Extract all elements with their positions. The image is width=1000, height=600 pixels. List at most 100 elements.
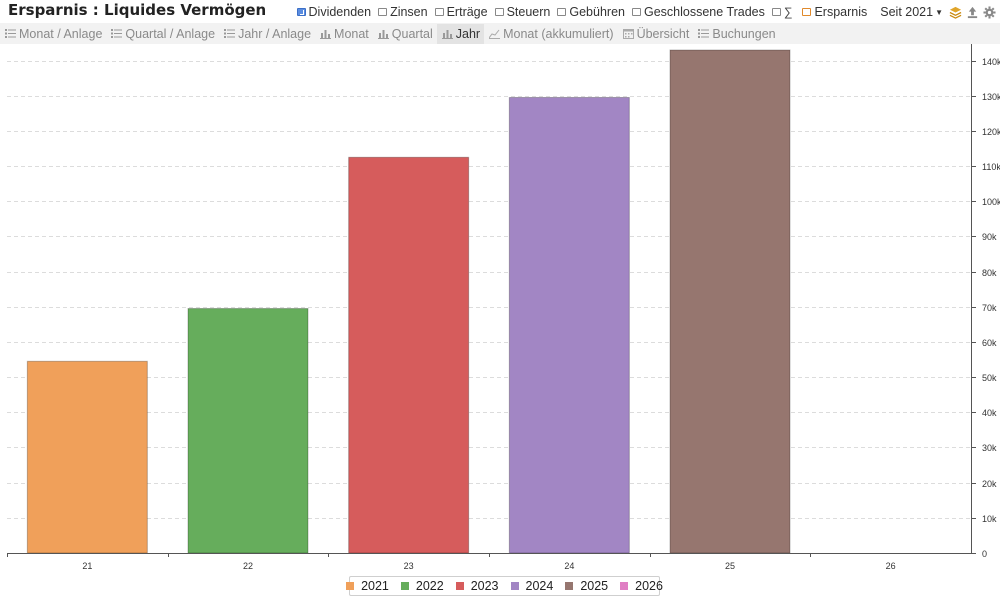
view-tabs: Monat / Anlage Quartal / Anlage Jahr / Anl… <box>0 23 1000 44</box>
y-tick-label: 50k <box>982 373 997 383</box>
legend-swatch <box>565 582 574 590</box>
y-tick-label: 60k <box>982 338 997 348</box>
legend-item-2026[interactable]: 2026 <box>620 579 663 593</box>
x-tick-label: 24 <box>564 561 574 571</box>
bar-24 <box>508 96 630 554</box>
checkbox-icon[interactable] <box>378 8 388 16</box>
toggle-gebuehren[interactable]: Gebühren <box>557 5 625 19</box>
toggle-zinsen[interactable]: Zinsen <box>378 5 428 19</box>
bar-chart: 21 22 23 24 25 26 0 10k 20k 30k 40k 50k 60k 70k 80k 90k… <box>7 44 1000 571</box>
tab-label: Übersicht <box>636 26 690 41</box>
checkbox-icon[interactable] <box>631 8 641 16</box>
toggle-group: Dividenden Zinsen Erträge Steuern Gebühr… <box>296 3 1000 21</box>
legend-item-2023[interactable]: 2023 <box>455 579 499 593</box>
legend-item-2025[interactable]: 2025 <box>565 579 608 593</box>
tab-label: Buchungen <box>712 26 776 41</box>
bar-chart-icon <box>441 28 456 39</box>
chevron-down-icon: ▼ <box>935 7 943 17</box>
toggle-ersparnis[interactable]: Ersparnis <box>802 5 867 19</box>
toggle-sum[interactable]: ∑ <box>771 5 796 19</box>
checkbox-icon[interactable] <box>434 8 444 16</box>
list-icon <box>698 28 712 39</box>
sum-icon: ∑ <box>783 5 793 19</box>
y-tick-label: 90k <box>982 232 997 242</box>
calendar-icon <box>622 28 637 39</box>
checkbox-icon[interactable] <box>802 8 812 16</box>
tab-übersicht[interactable]: Übersicht <box>618 24 694 44</box>
header-bar: Ersparnis : Liquides Vermögen Dividenden… <box>0 0 1000 22</box>
bar-22 <box>187 308 309 554</box>
chart-legend: 2021 2022 2023 2024 2025 2026 <box>346 576 663 596</box>
tab-quartal[interactable]: Quartal <box>373 24 437 44</box>
toggle-label: Zinsen <box>390 5 428 19</box>
legend-item-2022[interactable]: 2022 <box>400 579 444 593</box>
tab-monat-akkumuliert[interactable]: Monat (akkumuliert) <box>484 24 617 44</box>
legend-item-2024[interactable]: 2024 <box>510 579 554 593</box>
tab-quartal-anlage[interactable]: Quartal / Anlage <box>106 24 219 44</box>
bar-23 <box>348 156 470 554</box>
checkbox-checked-icon[interactable] <box>296 8 306 16</box>
tab-label: Quartal / Anlage <box>125 26 216 41</box>
legend-item-2021[interactable]: 2021 <box>346 579 389 593</box>
list-icon <box>224 28 238 39</box>
x-tick-label: 26 <box>886 561 896 571</box>
x-tick-label: 25 <box>725 561 735 571</box>
x-tick-label: 21 <box>82 561 92 571</box>
toggle-steuern[interactable]: Steuern <box>494 5 551 19</box>
y-tick-label: 30k <box>982 443 997 453</box>
legend-swatch <box>510 582 519 590</box>
y-tick-label: 140k <box>982 57 1000 67</box>
y-tick-label: 110k <box>982 162 1000 172</box>
tab-monat-anlage[interactable]: Monat / Anlage <box>0 24 106 44</box>
legend-swatch <box>346 582 355 590</box>
legend-swatch <box>400 582 409 590</box>
toggle-ertraege[interactable]: Erträge <box>434 5 488 19</box>
tab-buchungen[interactable]: Buchungen <box>693 24 779 44</box>
period-select[interactable]: Seit 2021 ▼ <box>880 5 943 19</box>
tab-label: Monat <box>334 26 369 41</box>
legend-label: 2026 <box>635 579 663 593</box>
y-tick-label: 40k <box>982 408 997 418</box>
y-tick-label: 80k <box>982 268 997 278</box>
toggle-label: Ersparnis <box>814 5 868 19</box>
legend-label: 2024 <box>525 579 554 593</box>
tab-label: Quartal <box>391 26 433 41</box>
tab-label: Jahr <box>455 26 481 41</box>
x-tick-label: 23 <box>404 561 414 571</box>
tab-jahr[interactable]: Jahr <box>436 23 485 44</box>
legend-label: 2022 <box>415 579 444 593</box>
y-tick-label: 20k <box>982 479 997 489</box>
y-tick-label: 10k <box>982 514 997 524</box>
toggle-label: Steuern <box>506 5 551 19</box>
page-title: Ersparnis : Liquides Vermögen <box>8 1 267 19</box>
y-tick-label: 70k <box>982 303 997 313</box>
toggle-label: Gebühren <box>569 5 625 19</box>
layers-icon[interactable] <box>949 6 962 19</box>
checkbox-icon[interactable] <box>494 8 504 16</box>
bar-25 <box>669 49 791 554</box>
tab-jahr-anlage[interactable]: Jahr / Anlage <box>219 24 315 44</box>
legend-label: 2021 <box>361 579 389 593</box>
checkbox-icon[interactable] <box>771 8 781 16</box>
export-icon[interactable] <box>966 6 979 19</box>
bar-chart-icon <box>377 28 392 39</box>
tab-monat[interactable]: Monat <box>315 24 373 44</box>
bar-chart-icon <box>320 28 334 39</box>
tab-label: Monat (akkumuliert) <box>503 26 614 41</box>
toggle-geschlossene-trades[interactable]: Geschlossene Trades <box>631 5 765 19</box>
toggle-label: Geschlossene Trades <box>643 5 765 19</box>
toggle-dividenden[interactable]: Dividenden <box>296 5 372 19</box>
legend-label: 2025 <box>580 579 609 593</box>
y-tick-label: 120k <box>982 127 1000 137</box>
y-tick-label: 130k <box>982 92 1000 102</box>
settings-icon[interactable] <box>983 5 996 19</box>
legend-label: 2023 <box>470 579 499 593</box>
list-icon <box>5 28 19 39</box>
tab-label: Jahr / Anlage <box>238 26 312 41</box>
legend-swatch <box>620 582 629 590</box>
checkbox-icon[interactable] <box>557 8 567 16</box>
toggle-label: Dividenden <box>308 5 372 19</box>
list-icon <box>111 28 125 39</box>
bar-21 <box>26 360 148 554</box>
period-label: Seit 2021 <box>880 5 934 19</box>
